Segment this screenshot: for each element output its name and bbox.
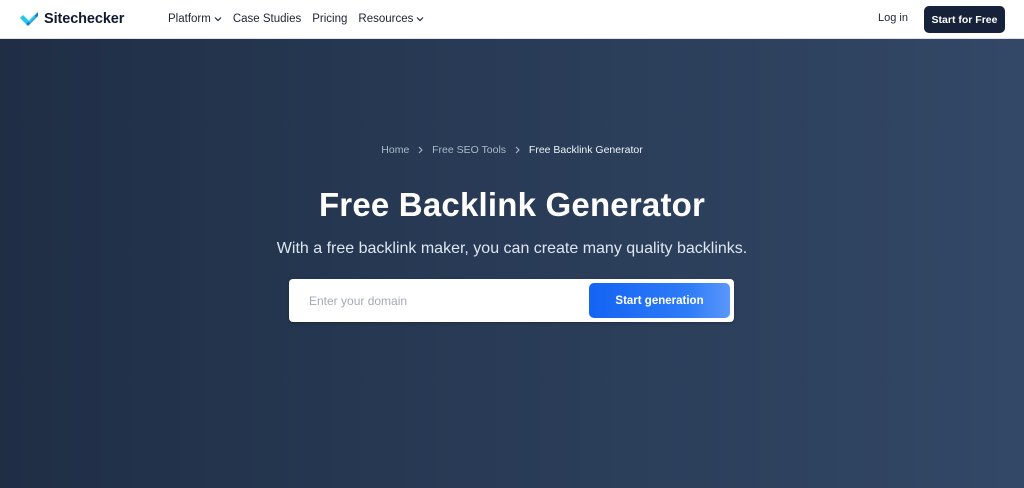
nav-item-pricing[interactable]: Pricing xyxy=(312,13,347,25)
domain-search-form: Start generation xyxy=(289,279,734,322)
breadcrumb: Home Free SEO Tools Free Backlink Genera… xyxy=(0,144,1024,156)
nav-item-label: Platform xyxy=(168,13,211,25)
main-nav: Platform Case Studies Pricing Resources xyxy=(168,0,435,38)
nav-item-label: Pricing xyxy=(312,13,348,25)
start-for-free-button[interactable]: Start for Free xyxy=(924,6,1005,33)
nav-item-case-studies[interactable]: Case Studies xyxy=(233,13,301,25)
breadcrumb-current: Free Backlink Generator xyxy=(528,144,643,156)
nav-item-label: Case Studies xyxy=(232,13,302,25)
start-generation-button[interactable]: Start generation xyxy=(589,283,730,318)
hero-section: Home Free SEO Tools Free Backlink Genera… xyxy=(0,39,1024,488)
breadcrumb-free-seo-tools[interactable]: Free SEO Tools xyxy=(432,144,506,156)
nav-item-resources[interactable]: Resources xyxy=(358,13,424,25)
chevron-down-icon xyxy=(416,17,424,22)
page-title: Free Backlink Generator xyxy=(318,186,706,223)
site-header: Sitechecker Platform Case Studies Pricin… xyxy=(0,0,1024,39)
login-link[interactable]: Log in xyxy=(878,12,908,24)
domain-input[interactable] xyxy=(297,285,587,316)
logo-link[interactable]: Sitechecker xyxy=(19,9,124,29)
page-subtitle: With a free backlink maker, you can crea… xyxy=(276,240,748,257)
nav-item-label: Resources xyxy=(358,13,414,25)
chevron-right-icon xyxy=(418,146,423,154)
logo-text: Sitechecker xyxy=(44,11,125,27)
page: Sitechecker Platform Case Studies Pricin… xyxy=(0,0,1024,488)
breadcrumb-home[interactable]: Home xyxy=(381,144,409,156)
logo-check-icon xyxy=(20,12,38,26)
chevron-right-icon xyxy=(515,146,520,154)
nav-item-platform[interactable]: Platform xyxy=(168,13,222,25)
chevron-down-icon xyxy=(214,17,222,22)
